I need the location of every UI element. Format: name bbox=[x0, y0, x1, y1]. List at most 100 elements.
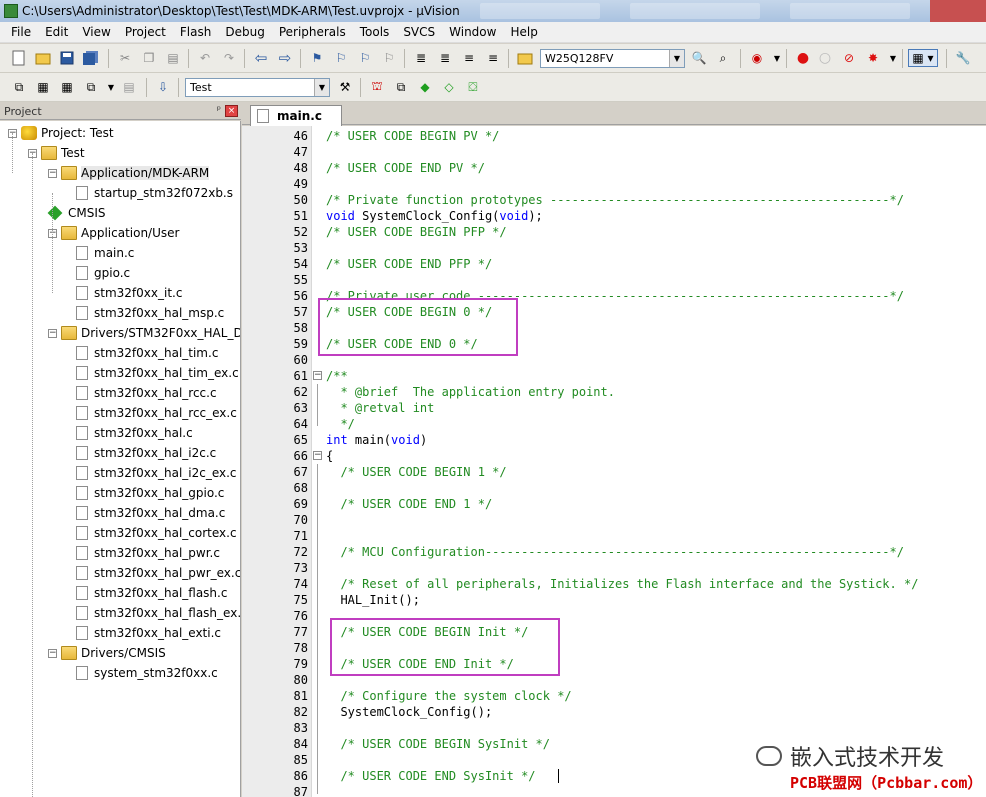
collapse-icon[interactable]: − bbox=[48, 648, 57, 658]
redo-icon[interactable]: ↷ bbox=[220, 49, 238, 67]
incremental-find-icon[interactable]: ⌕ bbox=[714, 49, 732, 67]
tree-item[interactable]: stm32f0xx_hal_rcc_ex.c bbox=[76, 403, 237, 423]
tree-item[interactable]: stm32f0xx_hal.c bbox=[76, 423, 193, 443]
download-icon[interactable]: ⇩ bbox=[154, 78, 172, 96]
tree-item[interactable]: stm32f0xx_hal_pwr.c bbox=[76, 543, 220, 563]
tree-item[interactable]: − Test bbox=[28, 143, 85, 163]
tree-item[interactable]: stm32f0xx_hal_i2c_ex.c bbox=[76, 463, 237, 483]
pin-icon[interactable]: ᵖ bbox=[217, 105, 221, 116]
build-icon[interactable]: ▦ bbox=[34, 78, 52, 96]
find-in-files-icon[interactable] bbox=[516, 49, 534, 67]
menu-peripherals[interactable]: Peripherals bbox=[272, 25, 353, 39]
tree-item[interactable]: − Application/MDK-ARM bbox=[48, 163, 210, 183]
tree-item[interactable]: stm32f0xx_hal_msp.c bbox=[76, 303, 224, 323]
find-icon[interactable]: 🔍 bbox=[690, 49, 708, 67]
select-packs-icon[interactable]: ⧉ bbox=[392, 78, 410, 96]
bookmark-icon[interactable]: ⚑ bbox=[308, 49, 326, 67]
new-file-icon[interactable] bbox=[10, 49, 28, 67]
tree-item[interactable]: stm32f0xx_hal_dma.c bbox=[76, 503, 225, 523]
menu-flash[interactable]: Flash bbox=[173, 25, 218, 39]
save-icon[interactable] bbox=[58, 49, 76, 67]
collapse-icon[interactable]: − bbox=[48, 328, 57, 338]
tree-item[interactable]: − Application/User bbox=[48, 223, 179, 243]
tab-main-c[interactable]: main.c bbox=[250, 105, 342, 126]
open-folder-icon[interactable] bbox=[34, 49, 52, 67]
navigate-back-icon[interactable]: ⇦ bbox=[252, 49, 270, 67]
chevron-down-icon[interactable]: ▼ bbox=[669, 50, 684, 67]
stop-build-icon[interactable]: ▤ bbox=[120, 78, 138, 96]
tree-item[interactable]: − Drivers/CMSIS bbox=[48, 643, 166, 663]
menu-tools[interactable]: Tools bbox=[353, 25, 397, 39]
find-combo[interactable]: W25Q128FV ▼ bbox=[540, 49, 685, 68]
tree-item[interactable]: − Project: Test bbox=[8, 123, 114, 143]
menu-view[interactable]: View bbox=[75, 25, 117, 39]
tree-item[interactable]: startup_stm32f072xb.s bbox=[76, 183, 233, 203]
collapse-icon[interactable]: − bbox=[48, 168, 57, 178]
tree-item[interactable]: CMSIS bbox=[47, 203, 106, 223]
copy-icon[interactable]: ❐ bbox=[140, 49, 158, 67]
tree-item[interactable]: stm32f0xx_hal_gpio.c bbox=[76, 483, 224, 503]
chevron-down-icon[interactable]: ▼ bbox=[314, 79, 329, 96]
tree-item[interactable]: main.c bbox=[76, 243, 134, 263]
manage-runtime-environment-icon[interactable]: ◆ bbox=[416, 78, 434, 96]
menu-window[interactable]: Window bbox=[442, 25, 503, 39]
disable-breakpoint-icon[interactable]: ○ bbox=[816, 49, 834, 67]
clear-bookmarks-icon[interactable]: ⚐ bbox=[380, 49, 398, 67]
window-layout-icon[interactable]: ▦ ▾ bbox=[908, 49, 938, 67]
fold-toggle-icon[interactable]: − bbox=[313, 371, 322, 380]
tree-item[interactable]: stm32f0xx_hal_i2c.c bbox=[76, 443, 216, 463]
line-number: 63 bbox=[293, 401, 308, 415]
close-panel-icon[interactable]: × bbox=[225, 105, 238, 117]
tree-item[interactable]: stm32f0xx_it.c bbox=[76, 283, 182, 303]
rebuild-icon[interactable]: ▦ bbox=[58, 78, 76, 96]
code-editor[interactable]: 46 47 48 49 50 51 52 53 54 55 56 57 58 59 60 61 62 63 64 65… bbox=[242, 126, 986, 797]
menu-svcs[interactable]: SVCS bbox=[396, 25, 442, 39]
chevron-down-icon[interactable]: ▼ bbox=[102, 78, 120, 96]
software-packs-icon[interactable]: ⛋ bbox=[464, 78, 482, 96]
tree-item[interactable]: stm32f0xx_hal_cortex.c bbox=[76, 523, 237, 543]
target-options-icon[interactable]: ⚒ bbox=[336, 78, 354, 96]
tree-item[interactable]: stm32f0xx_hal_flash_ex.c bbox=[76, 603, 240, 623]
pack-installer-icon[interactable]: ◇ bbox=[440, 78, 458, 96]
uncomment-icon[interactable]: ≡ bbox=[484, 49, 502, 67]
target-select[interactable]: Test ▼ bbox=[185, 78, 330, 97]
breakpoint-icon[interactable]: ● bbox=[794, 49, 812, 67]
menu-project[interactable]: Project bbox=[118, 25, 173, 39]
tree-item[interactable]: stm32f0xx_hal_tim_ex.c bbox=[76, 363, 239, 383]
navigate-forward-icon[interactable]: ⇨ bbox=[276, 49, 294, 67]
tree-item[interactable]: gpio.c bbox=[76, 263, 130, 283]
next-bookmark-icon[interactable]: ⚐ bbox=[356, 49, 374, 67]
menu-help[interactable]: Help bbox=[503, 25, 544, 39]
tree-item[interactable]: stm32f0xx_hal_tim.c bbox=[76, 343, 218, 363]
paste-icon[interactable]: ▤ bbox=[164, 49, 182, 67]
close-window-button[interactable] bbox=[930, 0, 986, 22]
kill-breakpoints-icon[interactable]: ✸ bbox=[864, 49, 882, 67]
unindent-icon[interactable]: ≣ bbox=[436, 49, 454, 67]
configure-icon[interactable]: 🔧 bbox=[954, 49, 972, 67]
menu-edit[interactable]: Edit bbox=[38, 25, 75, 39]
tree-item[interactable]: stm32f0xx_hal_exti.c bbox=[76, 623, 221, 643]
tree-item[interactable]: − Drivers/STM32F0xx_HAL_Driv bbox=[48, 323, 241, 343]
disable-all-breakpoints-icon[interactable]: ⊘ bbox=[840, 49, 858, 67]
previous-bookmark-icon[interactable]: ⚐ bbox=[332, 49, 350, 67]
line-number: 79 bbox=[293, 657, 308, 671]
chevron-down-icon[interactable]: ▼ bbox=[884, 49, 902, 67]
tree-item[interactable]: stm32f0xx_hal_flash.c bbox=[76, 583, 227, 603]
cut-icon[interactable]: ✂ bbox=[116, 49, 134, 67]
tree-item[interactable]: system_stm32f0xx.c bbox=[76, 663, 218, 683]
undo-icon[interactable]: ↶ bbox=[196, 49, 214, 67]
tree-item[interactable]: stm32f0xx_hal_rcc.c bbox=[76, 383, 217, 403]
comment-icon[interactable]: ≡ bbox=[460, 49, 478, 67]
tree-item-label: Drivers/STM32F0xx_HAL_Driv bbox=[81, 326, 241, 340]
translate-icon[interactable]: ⧉ bbox=[10, 78, 28, 96]
fold-toggle-icon[interactable]: − bbox=[313, 451, 322, 460]
batch-build-icon[interactable]: ⧉ bbox=[82, 78, 100, 96]
tree-item[interactable]: stm32f0xx_hal_pwr_ex.c bbox=[76, 563, 240, 583]
save-all-icon[interactable] bbox=[82, 49, 100, 67]
debug-session-icon[interactable]: ◉ bbox=[748, 49, 766, 67]
indent-icon[interactable]: ≣ bbox=[412, 49, 430, 67]
chevron-down-icon[interactable]: ▼ bbox=[768, 49, 786, 67]
menu-debug[interactable]: Debug bbox=[218, 25, 271, 39]
manage-project-items-icon[interactable]: ⛫ bbox=[368, 78, 386, 96]
menu-file[interactable]: File bbox=[4, 25, 38, 39]
